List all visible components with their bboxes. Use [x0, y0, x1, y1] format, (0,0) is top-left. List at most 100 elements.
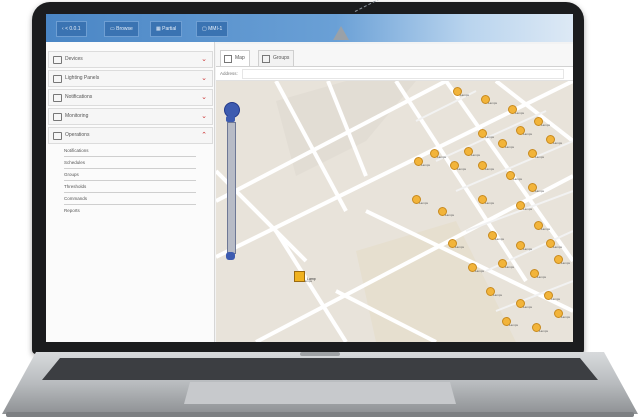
sidebar-item-notifications[interactable]: Notifications ⌄ [48, 89, 213, 106]
lamp-label: Lamps [421, 163, 431, 167]
toolbar-button-browse[interactable]: ▭ Browse [104, 21, 139, 37]
lamp-marker-icon[interactable]: Lamps [448, 239, 464, 249]
address-bar: Address: [216, 67, 573, 81]
lamp-marker-icon[interactable]: Lamps [516, 299, 532, 309]
selected-lamp-label: Lamp [307, 277, 316, 281]
lamp-marker-icon[interactable]: Lamps [546, 239, 562, 249]
lamp-label: Lamps [509, 323, 519, 327]
monitor-icon [53, 113, 62, 121]
panel-icon [53, 75, 62, 83]
lamp-label: Lamps [445, 213, 455, 217]
lamp-marker-icon[interactable]: Lamps [488, 231, 504, 241]
toolbar-button-back[interactable]: ‹ < 0.0.1 [56, 21, 87, 37]
sidebar-subitem-thresholds[interactable]: Thresholds [64, 182, 196, 193]
lamp-label: Lamps [485, 201, 495, 205]
lamp-marker-icon[interactable]: Lamps [478, 129, 494, 139]
lamp-marker-icon[interactable]: Lamps [534, 117, 550, 127]
chevron-up-icon: ⌃ [201, 132, 207, 139]
lamp-label: Lamps [535, 189, 545, 193]
lamp-label: Lamps [523, 207, 533, 211]
selected-lamp-marker-icon[interactable]: Lamp [294, 271, 316, 282]
tab-map[interactable]: Map [220, 50, 250, 66]
lamp-marker-icon[interactable]: Lamps [544, 291, 560, 301]
bell-icon [53, 94, 62, 102]
address-input[interactable] [242, 69, 564, 79]
zoom-control[interactable] [224, 102, 240, 266]
tab-groups[interactable]: Groups [258, 50, 295, 66]
lamp-label: Lamps [553, 141, 563, 145]
lamp-marker-icon[interactable]: Lamps [412, 195, 428, 205]
chevron-down-icon: ⌄ [201, 56, 207, 63]
sidebar-subitem-schedules[interactable]: Schedules [64, 158, 196, 169]
lamp-label: Lamps [515, 111, 525, 115]
lamp-label: Lamps [561, 261, 571, 265]
lamp-marker-icon[interactable]: Lamps [554, 255, 570, 265]
lamp-marker-icon[interactable]: Lamps [430, 149, 446, 159]
lamp-label: Lamps [537, 275, 547, 279]
sidebar-subitem-groups[interactable]: Groups [64, 170, 196, 181]
toolbar-button-mmi[interactable]: ▢ MMI-1 [196, 21, 229, 37]
chevron-down-icon: ⌄ [201, 94, 207, 101]
lamp-marker-icon[interactable]: Lamps [464, 147, 480, 157]
lamp-marker-icon[interactable]: Lamps [486, 287, 502, 297]
lamp-marker-icon[interactable]: Lamps [468, 263, 484, 273]
lamp-label: Lamps [561, 315, 571, 319]
sidebar-item-operations[interactable]: Operations ⌃ [48, 127, 213, 144]
lamp-label: Lamps [505, 145, 515, 149]
lamp-marker-icon[interactable]: Lamps [481, 95, 497, 105]
lamp-marker-icon[interactable]: Lamps [528, 183, 544, 193]
lamp-label: Lamps [541, 227, 551, 231]
sidebar-subitem-reports[interactable]: Reports [64, 206, 196, 216]
lamp-label: Lamps [488, 101, 498, 105]
lamp-label: Lamps [535, 155, 545, 159]
toolbar-button-partial[interactable]: ▦ Partial [150, 21, 183, 37]
lamp-label: Lamps [475, 269, 485, 273]
lamp-marker-icon[interactable]: Lamps [528, 149, 544, 159]
lamp-marker-icon[interactable]: Lamps [534, 221, 550, 231]
lamp-marker-icon[interactable]: Lamps [498, 259, 514, 269]
lamp-marker-icon[interactable]: Lamps [546, 135, 562, 145]
lamp-label: Lamps [539, 329, 549, 333]
lamp-label: Lamps [437, 155, 447, 159]
lamp-marker-icon[interactable]: Lamps [516, 201, 532, 211]
lamp-label: Lamps [485, 135, 495, 139]
zoom-out-button[interactable] [226, 252, 235, 260]
lamp-marker-icon[interactable]: Lamps [532, 323, 548, 333]
lamp-marker-icon[interactable]: Lamps [506, 171, 522, 181]
map-icon [224, 55, 232, 63]
lamp-marker-icon[interactable]: Lamps [516, 241, 532, 251]
lamp-marker-icon[interactable]: Lamps [502, 317, 518, 327]
sidebar-subitem-commands[interactable]: Commands [64, 194, 196, 205]
lamp-marker-icon[interactable]: Lamps [498, 139, 514, 149]
lamp-marker-icon[interactable]: Lamps [554, 309, 570, 319]
sidebar-subitem-notifications[interactable]: Notifications [64, 146, 196, 157]
lamp-marker-icon[interactable]: Lamps [414, 157, 430, 167]
lamp-label: Lamps [457, 167, 467, 171]
lamp-marker-icon[interactable]: Lamps [478, 195, 494, 205]
tab-bar: Map Groups [216, 44, 573, 67]
laptop-base [2, 352, 638, 417]
sidebar-item-monitoring[interactable]: Monitoring ⌄ [48, 108, 213, 125]
lamp-label: Lamps [523, 305, 533, 309]
lamp-label: Lamps [513, 177, 523, 181]
sidebar-item-devices[interactable]: Devices ⌄ [48, 51, 213, 68]
lamp-label: Lamps [455, 245, 465, 249]
lamp-label: Lamps [485, 167, 495, 171]
lamp-label: Lamps [460, 93, 470, 97]
lamp-marker-icon[interactable]: Lamps [438, 207, 454, 217]
map-view[interactable]: Lamps Lamps Lamps Lamps Lamps Lamps Lamps Lamps… [216, 81, 573, 342]
lamp-marker-icon[interactable]: Lamps [508, 105, 524, 115]
sidebar: Devices ⌄ Lighting Panels ⌄ Notification… [46, 42, 215, 342]
lamp-marker-icon[interactable]: Lamps [450, 161, 466, 171]
address-label: Address: [220, 71, 238, 76]
lamp-marker-icon[interactable]: Lamps [516, 126, 532, 136]
lamp-marker-icon[interactable]: Lamps [478, 161, 494, 171]
lamp-label: Lamps [523, 132, 533, 136]
person-icon [53, 132, 62, 140]
sidebar-item-lighting-panels[interactable]: Lighting Panels ⌄ [48, 70, 213, 87]
lamp-label: Lamps [505, 265, 515, 269]
chevron-down-icon: ⌄ [201, 113, 207, 120]
lamp-marker-icon[interactable]: Lamps [530, 269, 546, 279]
zoom-slider[interactable] [227, 122, 236, 254]
lamp-marker-icon[interactable]: Lamps [453, 87, 469, 97]
